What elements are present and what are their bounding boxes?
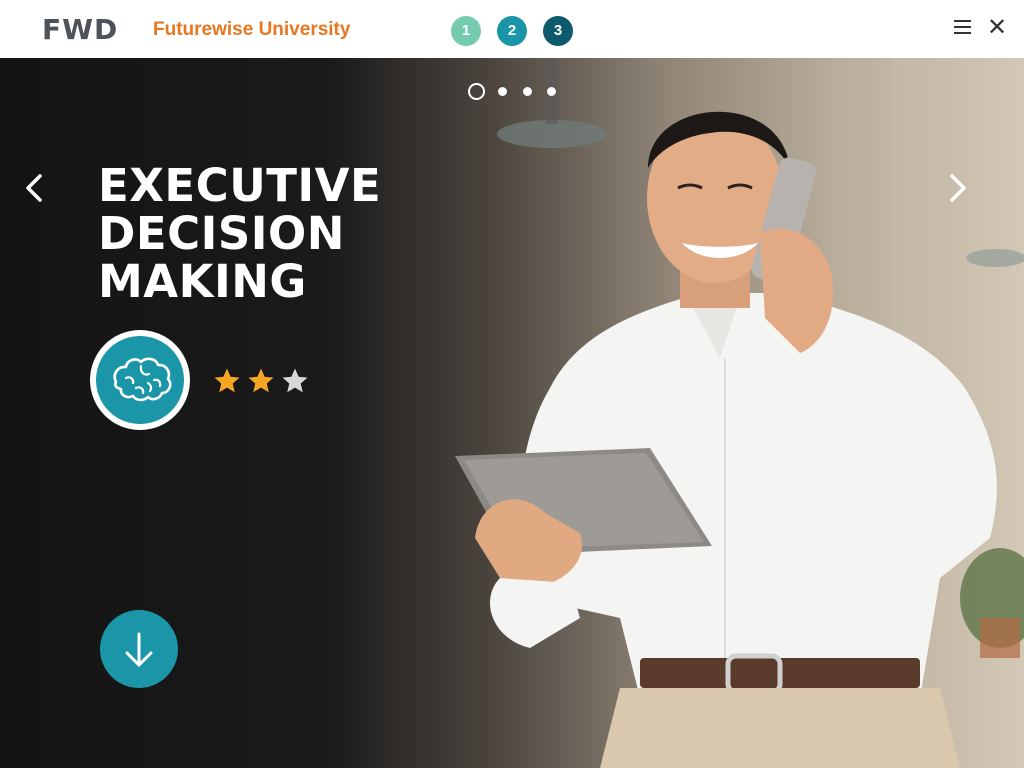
course-badge <box>90 330 190 430</box>
step-3-indicator[interactable]: 3 <box>543 16 573 46</box>
step-1-indicator[interactable]: 1 <box>451 16 481 46</box>
chevron-right-icon[interactable] <box>944 170 974 206</box>
hero-banner: EXECUTIVE DECISION MAKING <box>0 58 1024 768</box>
brain-icon <box>113 357 172 402</box>
menu-line <box>954 26 971 28</box>
title-line-1: EXECUTIVE <box>98 159 382 212</box>
carousel-dot-3[interactable] <box>523 87 532 96</box>
hamburger-menu-icon[interactable] <box>952 20 974 38</box>
star-filled-icon <box>248 368 274 393</box>
chevron-left-icon[interactable] <box>20 170 50 206</box>
star-filled-icon <box>214 368 240 393</box>
scroll-down-button[interactable] <box>100 610 178 688</box>
hero-photo <box>455 58 1024 768</box>
menu-line <box>954 32 971 34</box>
title-line-3: MAKING <box>98 255 307 308</box>
arrow-down-icon <box>125 632 153 667</box>
carousel-dot-2[interactable] <box>498 87 507 96</box>
step-2-indicator[interactable]: 2 <box>497 16 527 46</box>
menu-line <box>954 20 971 22</box>
title-line-2: DECISION <box>98 207 345 260</box>
badge-circle <box>96 336 184 424</box>
course-title: EXECUTIVE DECISION MAKING <box>98 162 381 306</box>
carousel-dot-4[interactable] <box>547 87 556 96</box>
brand-title: Futurewise University <box>153 19 351 40</box>
top-header: FWD Futurewise University 1 2 3 ✕ <box>0 0 1024 58</box>
fwd-logo[interactable]: FWD <box>42 16 118 44</box>
carousel-dot-1[interactable] <box>468 83 485 100</box>
close-icon[interactable]: ✕ <box>986 16 1008 40</box>
star-empty-icon <box>282 368 308 393</box>
